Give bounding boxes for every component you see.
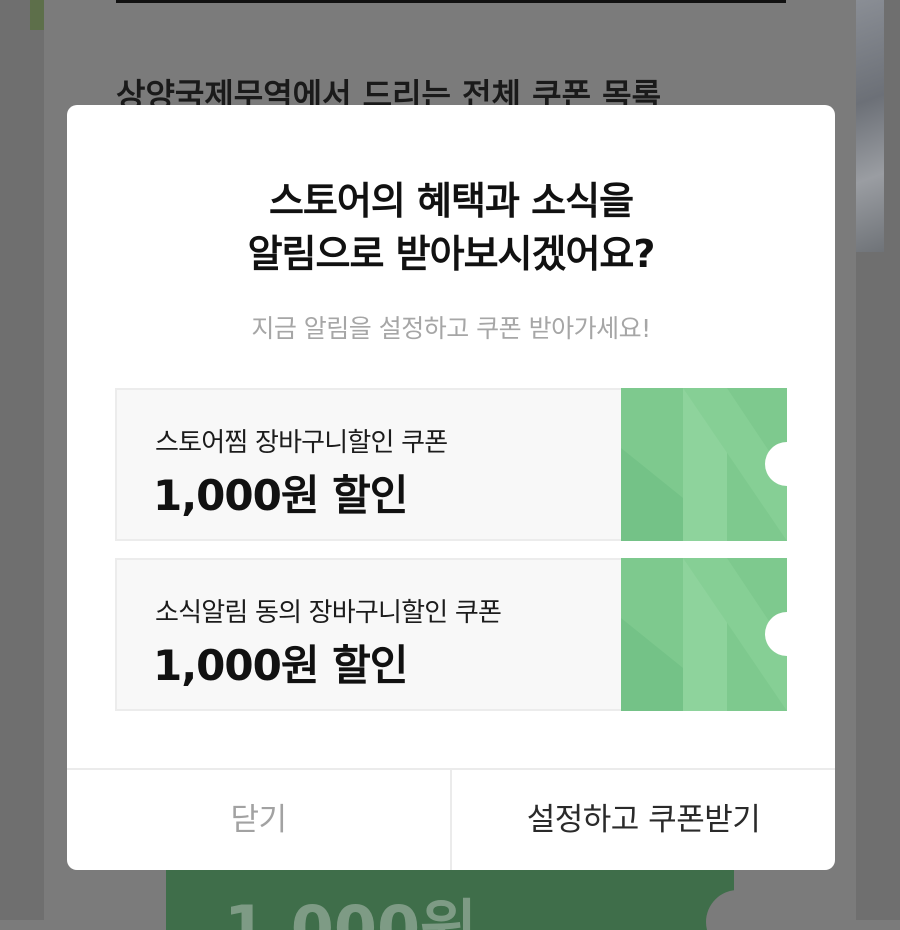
background-product-thumbnail — [856, 0, 884, 252]
coupon-name: 스토어찜 장바구니할인 쿠폰 — [155, 428, 448, 458]
coupon-ticket-icon — [621, 388, 787, 541]
modal-title-line-1: 스토어의 혜택과 소식을 — [268, 179, 634, 223]
close-button[interactable]: 닫기 — [67, 770, 450, 870]
coupon-ticket-icon — [621, 558, 787, 711]
coupon-amount: 1,000원 할인 — [153, 641, 408, 690]
background-left-edge — [0, 0, 44, 920]
modal-title: 스토어의 혜택과 소식을 알림으로 받아보시겠어요? — [67, 175, 835, 281]
modal-title-line-2: 알림으로 받아보시겠어요? — [247, 232, 656, 276]
coupon-card: 소식알림 동의 장바구니할인 쿠폰 1,000원 할인 — [115, 558, 787, 711]
background-coupon: 1,000원 — [166, 870, 734, 930]
coupon-amount: 1,000원 할인 — [153, 471, 408, 520]
background-coupon-notch — [706, 890, 734, 930]
coupon-card: 스토어찜 장바구니할인 쿠폰 1,000원 할인 — [115, 388, 787, 541]
set-notification-get-coupon-button[interactable]: 설정하고 쿠폰받기 — [452, 770, 835, 870]
modal-footer: 닫기 설정하고 쿠폰받기 — [67, 768, 835, 870]
background-divider — [116, 0, 786, 3]
background-coupon-amount: 1,000원 — [224, 892, 478, 930]
coupon-name: 소식알림 동의 장바구니할인 쿠폰 — [155, 598, 502, 628]
notification-consent-modal: 스토어의 혜택과 소식을 알림으로 받아보시겠어요? 지금 알림을 설정하고 쿠… — [67, 105, 835, 870]
modal-subtitle: 지금 알림을 설정하고 쿠폰 받아가세요! — [251, 314, 651, 343]
